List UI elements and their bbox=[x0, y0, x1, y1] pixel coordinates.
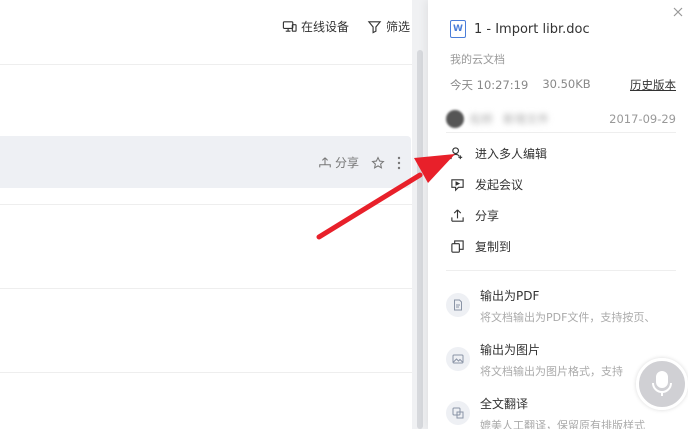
multi-user-edit-icon bbox=[450, 147, 463, 160]
copy-icon bbox=[451, 240, 464, 253]
list-scrollbar-thumb[interactable] bbox=[417, 50, 423, 429]
section-divider bbox=[446, 132, 676, 133]
modified-time: 今天 10:27:19 bbox=[450, 78, 529, 92]
pdf-icon bbox=[446, 293, 470, 317]
export-pdf-title: 输出为PDF bbox=[480, 289, 540, 303]
file-size: 30.50KB bbox=[542, 77, 591, 91]
start-meeting-label: 发起会议 bbox=[475, 178, 524, 192]
file-name: 1 - Import libr.doc bbox=[474, 21, 590, 37]
list-toolbar: 在线设备 筛选 bbox=[282, 18, 410, 35]
export-pdf-desc: 将文档输出为PDF文件，支持按页、 bbox=[480, 311, 656, 324]
filter-button[interactable]: 筛选 bbox=[367, 18, 410, 35]
avatar bbox=[446, 110, 464, 128]
section-divider bbox=[446, 270, 676, 271]
multi-user-edit-button[interactable]: 进入多人编辑 bbox=[450, 145, 547, 162]
copy-to-label: 复制到 bbox=[475, 240, 512, 254]
translate-icon bbox=[446, 401, 470, 425]
share-button[interactable]: 分享 bbox=[450, 207, 499, 224]
file-title: W 1 - Import libr.doc bbox=[450, 20, 590, 38]
file-location[interactable]: 我的云文档 bbox=[450, 51, 505, 67]
table-row[interactable]: 分享 bbox=[0, 136, 411, 188]
online-devices-button[interactable]: 在线设备 bbox=[282, 18, 349, 35]
row-actions: 分享 bbox=[318, 154, 401, 171]
file-meta: 今天 10:27:19 30.50KB 历史版本 bbox=[450, 77, 676, 93]
share-label: 分享 bbox=[475, 209, 500, 223]
image-icon bbox=[446, 347, 470, 371]
row-divider bbox=[0, 64, 412, 65]
export-image-title: 输出为图片 bbox=[480, 343, 541, 357]
row-share-label: 分享 bbox=[334, 156, 359, 170]
export-pdf-item[interactable]: 输出为PDF 将文档输出为PDF文件，支持按页、 bbox=[446, 287, 686, 325]
filter-icon bbox=[367, 21, 382, 34]
full-translate-desc: 媲美人工翻译，保留原有排版样式 bbox=[480, 419, 645, 429]
microphone-icon bbox=[652, 371, 672, 396]
copy-to-button[interactable]: 复制到 bbox=[450, 238, 511, 255]
multi-user-edit-label: 进入多人编辑 bbox=[475, 147, 548, 161]
activity-record: 松桥 新增文件 2017-09-29 bbox=[446, 110, 676, 128]
activity-action: 新增文件 bbox=[503, 112, 549, 126]
row-divider bbox=[0, 204, 412, 205]
more-icon[interactable] bbox=[397, 156, 401, 170]
history-versions-link[interactable]: 历史版本 bbox=[630, 77, 676, 93]
row-divider bbox=[0, 288, 412, 289]
filter-label: 筛选 bbox=[385, 20, 410, 34]
voice-assistant-button[interactable] bbox=[636, 358, 688, 410]
close-icon[interactable] bbox=[672, 6, 684, 18]
row-divider bbox=[0, 372, 412, 373]
meeting-icon bbox=[451, 179, 464, 192]
word-doc-icon: W bbox=[450, 20, 466, 38]
file-list-area: 在线设备 筛选 分享 bbox=[0, 0, 422, 429]
devices-icon bbox=[282, 21, 297, 32]
star-icon[interactable] bbox=[371, 155, 385, 170]
row-share-button[interactable]: 分享 bbox=[318, 154, 359, 171]
activity-date: 2017-09-29 bbox=[609, 112, 676, 126]
share-icon bbox=[451, 209, 464, 222]
online-devices-label: 在线设备 bbox=[300, 20, 349, 34]
activity-user: 松桥 bbox=[470, 112, 493, 126]
share-icon bbox=[319, 156, 331, 167]
start-meeting-button[interactable]: 发起会议 bbox=[450, 176, 523, 193]
